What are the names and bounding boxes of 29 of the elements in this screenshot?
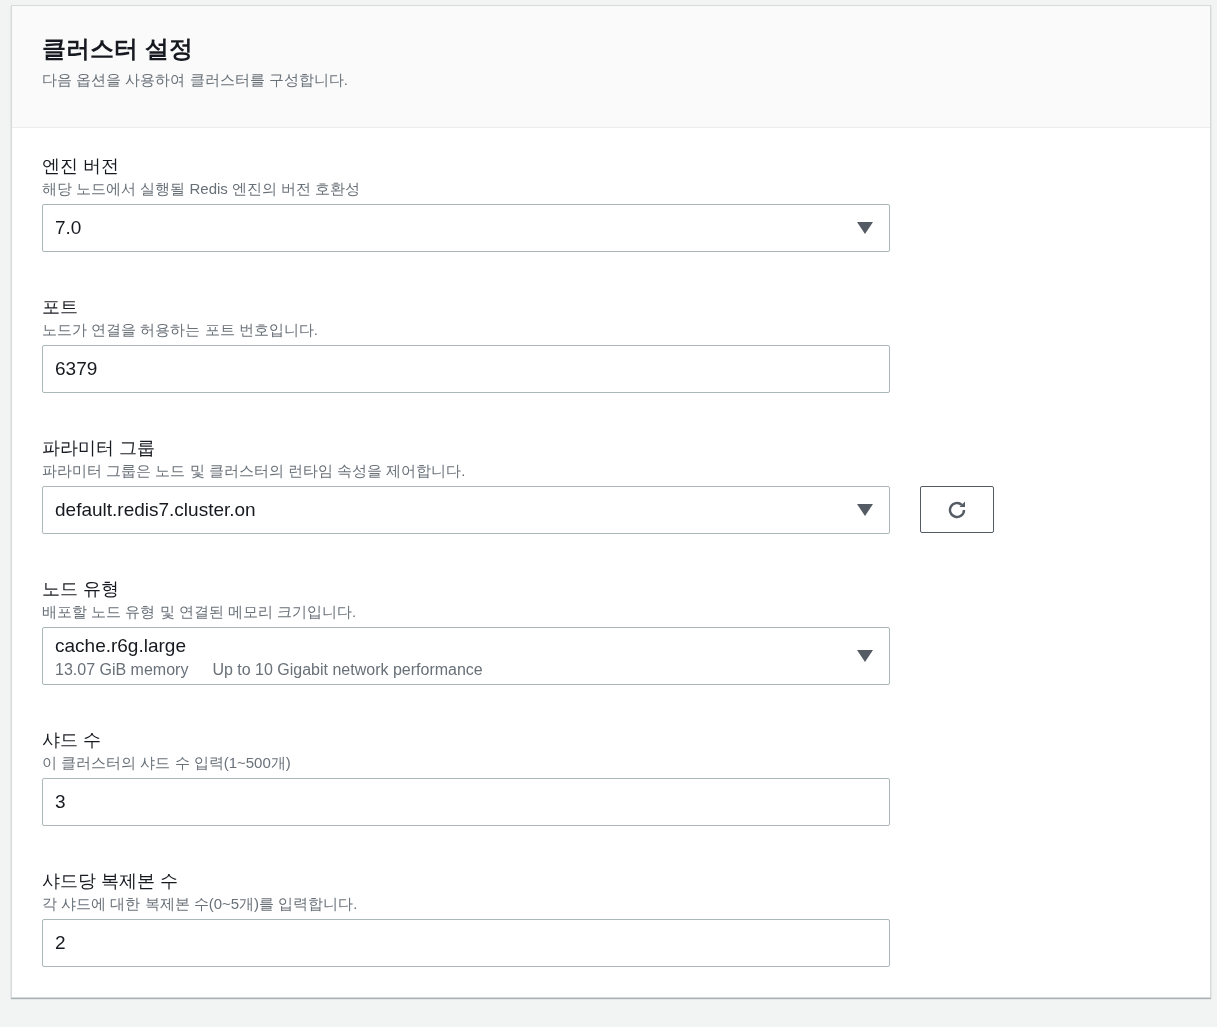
refresh-button[interactable] (920, 486, 994, 533)
caret-icon (857, 222, 873, 234)
input-field[interactable]: 3 (42, 778, 890, 826)
field-description: 해당 노드에서 실행될 Redis 엔진의 버전 호환성 (42, 179, 362, 199)
select-value: default.redis7.cluster.on (55, 499, 257, 521)
select-value: 7.0 (55, 217, 83, 239)
select-value: cache.r6g.large (55, 635, 187, 657)
caret-icon (857, 504, 873, 516)
field-label: 노드 유형 (42, 578, 120, 601)
select-field[interactable]: 7.0 (42, 204, 890, 252)
input-field[interactable]: 6379 (42, 345, 890, 393)
caret-icon (857, 650, 873, 662)
field-label: 샤드 수 (42, 729, 102, 752)
field-description: 이 클러스터의 샤드 수 입력(1~500개) (42, 753, 292, 773)
field-description: 파라미터 그룹은 노드 및 클러스터의 런타임 속성을 제어합니다. (42, 461, 467, 481)
field-label: 파라미터 그룹 (42, 437, 156, 460)
field-description: 노드가 연결을 허용하는 포트 번호입니다. (42, 320, 319, 340)
field-label: 엔진 버전 (42, 155, 120, 178)
input-field[interactable]: 2 (42, 919, 890, 967)
field-label: 샤드당 복제본 수 (42, 870, 179, 893)
node-spec-text: Up to 10 Gigabit network performance (212, 661, 483, 679)
field-label: 포트 (42, 296, 79, 319)
panel-title: 클러스터 설정 (42, 34, 194, 64)
node-spec-text: 13.07 GiB memory (55, 661, 189, 679)
field-description: 각 샤드에 대한 복제본 수(0~5개)를 입력합니다. (42, 894, 359, 914)
select-field[interactable]: cache.r6g.large 13.07 GiB memory Up to 10 Gigabit network performance (42, 627, 890, 685)
select-field[interactable]: default.redis7.cluster.on (42, 486, 890, 534)
panel-description: 다음 옵션을 사용하여 클러스터를 구성합니다. (42, 70, 349, 90)
field-description: 배포할 노드 유형 및 연결된 메모리 크기입니다. (42, 602, 358, 622)
